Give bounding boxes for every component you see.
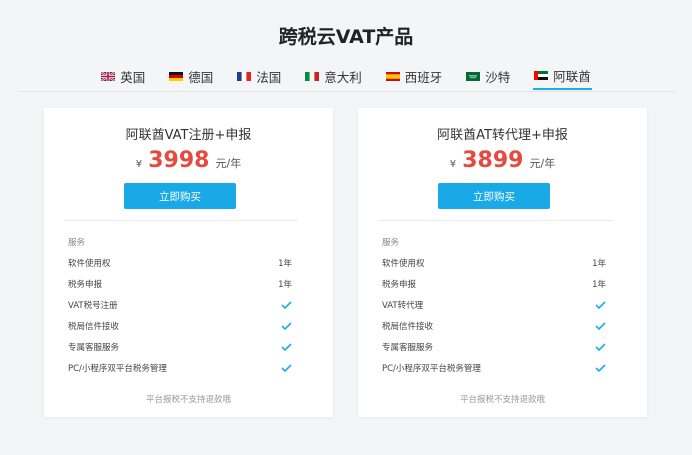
- page-title: 跨税云VAT产品: [278, 26, 414, 48]
- tab-label: 德国: [188, 69, 214, 85]
- feature-row: 专属客服服务: [382, 341, 606, 353]
- price-currency: ¥: [449, 159, 457, 170]
- card-title: 阿联酋VAT注册+申报: [125, 128, 252, 143]
- tab-saudi[interactable]: 沙特: [465, 62, 511, 90]
- tab-italy[interactable]: 意大利: [304, 62, 363, 90]
- price-currency: ¥: [135, 159, 143, 170]
- check-icon: [595, 364, 606, 372]
- country-tabs: 英国 德国 法国 意大利 西班牙 沙特 阿联酋: [0, 62, 692, 90]
- refund-note: 平台报税不支持退款哦: [145, 395, 231, 405]
- uae-flag-icon: [534, 70, 549, 80]
- card-title: 阿联酋AT转代理+申报: [437, 128, 568, 143]
- feature-row: 软件使用权 1年: [68, 257, 292, 269]
- feature-label: 税务申报: [68, 280, 103, 290]
- feature-label: VAT税号注册: [68, 301, 118, 311]
- check-icon: [281, 364, 292, 372]
- tab-spain[interactable]: 西班牙: [385, 62, 444, 90]
- tab-label: 沙特: [485, 69, 511, 85]
- feature-value: 1年: [278, 259, 292, 269]
- tab-label: 英国: [120, 69, 146, 85]
- feature-label: 软件使用权: [382, 259, 425, 269]
- tab-france[interactable]: 法国: [236, 62, 282, 90]
- tab-label: 阿联酋: [553, 68, 591, 84]
- feature-row: VAT转代理: [382, 299, 606, 311]
- check-icon: [595, 343, 606, 351]
- price-unit: 元/年: [215, 157, 242, 170]
- price: ¥ 3998 元/年: [44, 148, 333, 173]
- price-unit: 元/年: [529, 157, 556, 170]
- price: ¥ 3899 元/年: [358, 148, 647, 173]
- feature-label: 专属客服服务: [382, 343, 434, 353]
- price-value: 3998: [148, 148, 210, 173]
- feature-row: 税局信件接收: [382, 320, 606, 332]
- feature-label: 税务申报: [382, 280, 417, 290]
- feature-row: 软件使用权 1年: [382, 257, 606, 269]
- feature-label: 软件使用权: [68, 259, 111, 269]
- feature-label: 税局信件接收: [382, 322, 434, 332]
- check-icon: [281, 322, 292, 330]
- service-header: 服务: [382, 238, 400, 248]
- feature-row: VAT税号注册: [68, 299, 292, 311]
- card-divider: [64, 220, 298, 221]
- check-icon: [281, 343, 292, 351]
- feature-row: 税务申报 1年: [68, 278, 292, 290]
- feature-row: PC/小程序双平台税务管理: [382, 362, 606, 374]
- tab-germany[interactable]: 德国: [168, 62, 214, 90]
- buy-button[interactable]: 立即购买: [124, 183, 236, 209]
- check-icon: [595, 301, 606, 309]
- feature-label: 税局信件接收: [68, 322, 120, 332]
- feature-label: PC/小程序双平台税务管理: [382, 364, 481, 374]
- feature-row: 税务申报 1年: [382, 278, 606, 290]
- buy-button[interactable]: 立即购买: [438, 183, 550, 209]
- tab-uae[interactable]: 阿联酋: [533, 62, 592, 90]
- tab-label: 西班牙: [404, 69, 443, 85]
- germany-flag-icon: [169, 71, 184, 81]
- service-header: 服务: [68, 238, 86, 248]
- tab-label: 法国: [256, 69, 282, 85]
- feature-label: VAT转代理: [382, 301, 424, 311]
- check-icon: [595, 322, 606, 330]
- feature-value: 1年: [592, 259, 606, 269]
- feature-value: 1年: [278, 280, 292, 290]
- feature-row: 专属客服服务: [68, 341, 292, 353]
- tabs-divider: [18, 91, 676, 92]
- card-divider: [378, 220, 612, 221]
- feature-value: 1年: [592, 280, 606, 290]
- check-icon: [281, 301, 292, 309]
- france-flag-icon: [237, 71, 252, 81]
- refund-note: 平台报税不支持退款哦: [459, 395, 545, 405]
- feature-row: 税局信件接收: [68, 320, 292, 332]
- spain-flag-icon: [385, 71, 400, 81]
- tab-label: 意大利: [324, 69, 362, 85]
- product-card-vat-agent-transfer: 阿联酋AT转代理+申报 ¥ 3899 元/年 立即购买 服务 软件使用权 1年 …: [358, 108, 647, 417]
- feature-label: PC/小程序双平台税务管理: [68, 364, 167, 374]
- feature-label: 专属客服服务: [68, 343, 120, 353]
- saudi-flag-icon: [466, 71, 481, 81]
- product-card-vat-registration: 阿联酋VAT注册+申报 ¥ 3998 元/年 立即购买 服务 软件使用权 1年 …: [44, 108, 333, 417]
- tab-uk[interactable]: 英国: [100, 62, 146, 90]
- uk-flag-icon: [101, 71, 116, 81]
- feature-row: PC/小程序双平台税务管理: [68, 362, 292, 374]
- price-value: 3899: [462, 148, 524, 173]
- italy-flag-icon: [305, 71, 320, 81]
